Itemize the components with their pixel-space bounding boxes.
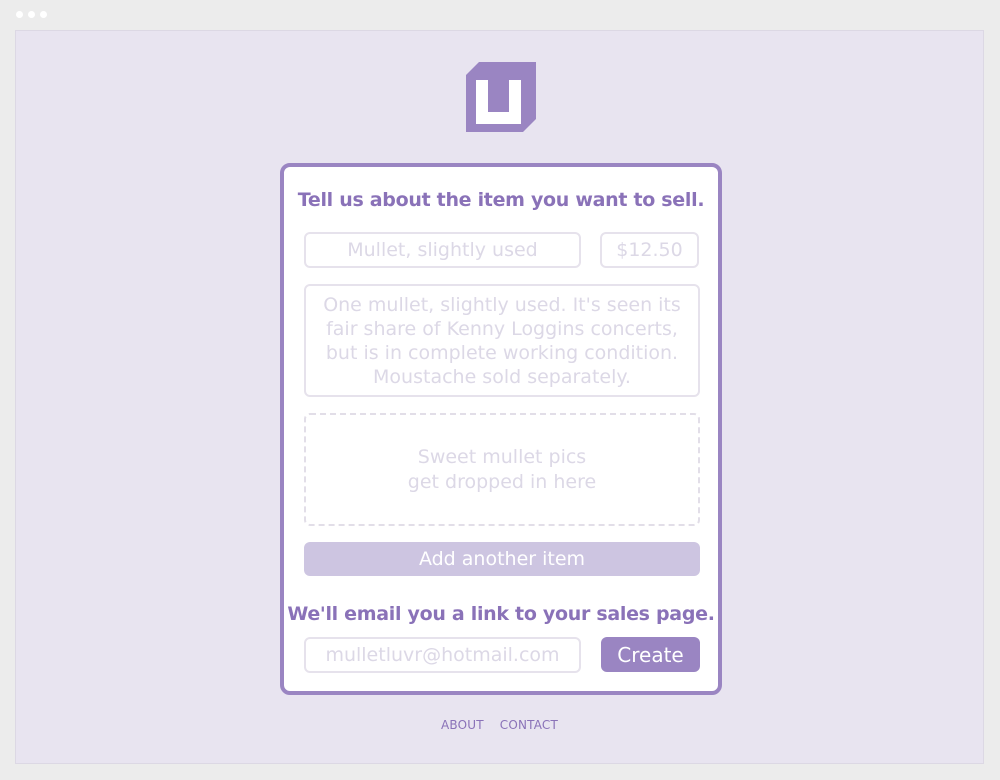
window-dot-icon	[28, 11, 35, 18]
item-price-input[interactable]: $12.50	[600, 232, 699, 268]
email-input[interactable]: mulletluvr@hotmail.com	[304, 637, 581, 673]
add-another-item-button[interactable]: Add another item	[304, 542, 700, 576]
footer-link-contact[interactable]: CONTACT	[500, 718, 558, 732]
window-dot-icon	[40, 11, 47, 18]
item-title-input[interactable]: Mullet, slightly used	[304, 232, 581, 268]
window-controls	[16, 11, 47, 18]
window-dot-icon	[16, 11, 23, 18]
footer-link-about[interactable]: ABOUT	[441, 718, 484, 732]
logo-icon	[466, 62, 536, 132]
photo-drop-zone[interactable]: Sweet mullet pics get dropped in here	[304, 413, 700, 526]
sell-item-form: Tell us about the item you want to sell.…	[280, 163, 722, 695]
item-description-textarea[interactable]: One mullet, slightly used. It's seen its…	[304, 284, 700, 397]
footer-nav: ABOUT CONTACT	[16, 718, 983, 732]
email-heading: We'll email you a link to your sales pag…	[287, 603, 715, 625]
form-heading: Tell us about the item you want to sell.	[297, 189, 705, 211]
create-button[interactable]: Create	[601, 637, 700, 672]
page-viewport: Tell us about the item you want to sell.…	[15, 30, 984, 764]
